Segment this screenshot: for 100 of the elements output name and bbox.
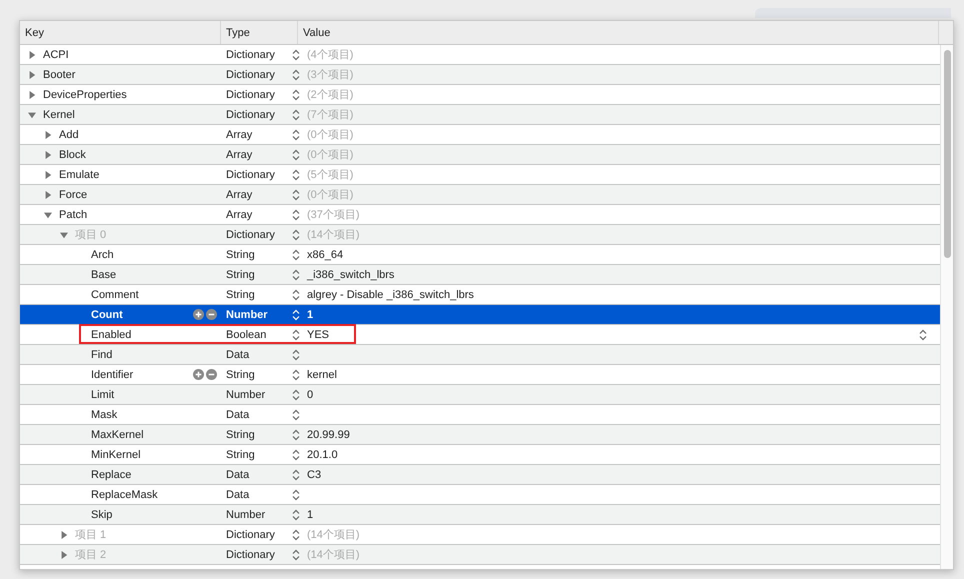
table-row[interactable]: Kernel Dictionary (7个项目) [20,105,940,125]
type-text: Dictionary [226,168,275,180]
stepper-icon[interactable] [292,48,300,60]
table-row[interactable]: Mask Data [20,405,940,425]
stepper-icon[interactable] [292,228,300,240]
stepper-icon[interactable] [292,328,300,340]
value-text: (0个项目) [307,148,354,162]
stepper-icon[interactable] [292,468,300,480]
stepper-icon[interactable] [292,208,300,220]
stepper-icon[interactable] [292,348,300,360]
table-row[interactable]: Identifier String kernel [20,365,940,385]
popup-stepper-icon[interactable] [919,328,927,340]
value-text: (4个项目) [307,48,354,62]
table-row[interactable]: Force Array (0个项目) [20,185,940,205]
stepper-icon[interactable] [292,168,300,180]
disclosure-triangle-icon[interactable] [44,130,52,138]
table-row[interactable]: Enabled Boolean YES [20,325,940,345]
type-text: Array [226,128,252,140]
type-text: Dictionary [226,228,275,240]
key-text: Skip [91,508,112,520]
table-row[interactable]: MaxKernel String 20.99.99 [20,425,940,445]
table-row[interactable]: Find Data [20,345,940,365]
table-row[interactable]: Base String _i386_switch_lbrs [20,265,940,285]
type-text: String [226,428,255,440]
disclosure-triangle-icon[interactable] [28,110,36,118]
disclosure-triangle-icon[interactable] [28,90,36,98]
stepper-icon[interactable] [292,428,300,440]
table-row[interactable]: Limit Number 0 [20,385,940,405]
key-text: Limit [91,388,114,400]
disclosure-triangle-icon[interactable] [28,70,36,78]
disclosure-triangle-icon[interactable] [44,190,52,198]
column-header[interactable]: Value [298,21,939,44]
table-row[interactable]: Arch String x86_64 [20,245,940,265]
disclosure-triangle-icon[interactable] [44,150,52,158]
add-icon[interactable] [193,309,204,320]
value-text: (0个项目) [307,188,354,202]
key-text: Patch [59,208,88,220]
type-text: String [226,288,255,300]
stepper-icon[interactable] [292,148,300,160]
table-row[interactable]: Skip Number 1 [20,505,940,525]
remove-icon[interactable] [206,309,217,320]
table-row[interactable]: 项目 0 Dictionary (14个项目) [20,225,940,245]
stepper-icon[interactable] [292,548,300,560]
stepper-icon[interactable] [292,248,300,260]
disclosure-triangle-icon[interactable] [60,230,68,238]
table-row[interactable]: 项目 1 Dictionary (14个项目) [20,525,940,545]
key-text: Booter [43,68,76,80]
stepper-icon[interactable] [292,128,300,140]
add-icon[interactable] [193,369,204,380]
table-row[interactable]: Add Array (0个项目) [20,125,940,145]
type-text: String [226,248,255,260]
stepper-icon[interactable] [292,528,300,540]
scrollbar-thumb[interactable] [944,50,950,258]
table-row[interactable]: Count Number 1 [20,305,940,325]
stepper-icon[interactable] [292,268,300,280]
key-text: Force [59,188,88,200]
stepper-icon[interactable] [292,408,300,420]
type-text: Array [226,188,252,200]
table-row[interactable]: Emulate Dictionary (5个项目) [20,165,940,185]
stepper-icon[interactable] [292,488,300,500]
stepper-icon[interactable] [292,388,300,400]
value-text: 20.99.99 [307,428,350,440]
disclosure-triangle-icon[interactable] [44,210,52,218]
disclosure-triangle-icon[interactable] [28,50,36,58]
table-row[interactable]: Comment String algrey - Disable _i386_switch_lbrs [20,285,940,305]
remove-icon[interactable] [206,369,217,380]
value-text: _i386_switch_lbrs [307,268,394,280]
table-row[interactable]: Patch Array (37个项目) [20,205,940,225]
type-text: Array [226,208,252,220]
disclosure-triangle-icon[interactable] [44,170,52,178]
stepper-icon[interactable] [292,448,300,460]
value-text: kernel [307,368,337,380]
table-row[interactable]: ReplaceMask Data [20,485,940,505]
table-row[interactable]: 项目 2 Dictionary (14个项目) [20,545,940,565]
key-text: MinKernel [91,448,141,460]
stepper-icon[interactable] [292,288,300,300]
column-header[interactable]: Key [20,21,221,44]
type-text: Data [226,348,250,360]
disclosure-triangle-icon[interactable] [60,530,68,538]
table-row[interactable]: ACPI Dictionary (4个项目) [20,45,940,65]
value-text: (7个项目) [307,108,354,122]
table-row[interactable]: Replace Data C3 [20,465,940,485]
value-text: (37个项目) [307,208,360,222]
key-text: Arch [91,248,114,260]
stepper-icon[interactable] [292,368,300,380]
table-row[interactable]: Booter Dictionary (3个项目) [20,65,940,85]
value-text: x86_64 [307,248,344,260]
disclosure-triangle-icon[interactable] [60,550,68,558]
stepper-icon[interactable] [292,108,300,120]
table-row[interactable]: DeviceProperties Dictionary (2个项目) [20,85,940,105]
column-header[interactable]: Type [221,21,298,44]
value-text: algrey - Disable _i386_switch_lbrs [307,288,474,300]
table-row[interactable]: MinKernel String 20.1.0 [20,445,940,465]
stepper-icon[interactable] [292,68,300,80]
stepper-icon[interactable] [292,188,300,200]
table-row[interactable]: Block Array (0个项目) [20,145,940,165]
stepper-icon[interactable] [292,508,300,520]
stepper-icon[interactable] [292,88,300,100]
type-text: String [226,368,255,380]
value-text: YES [307,328,330,340]
